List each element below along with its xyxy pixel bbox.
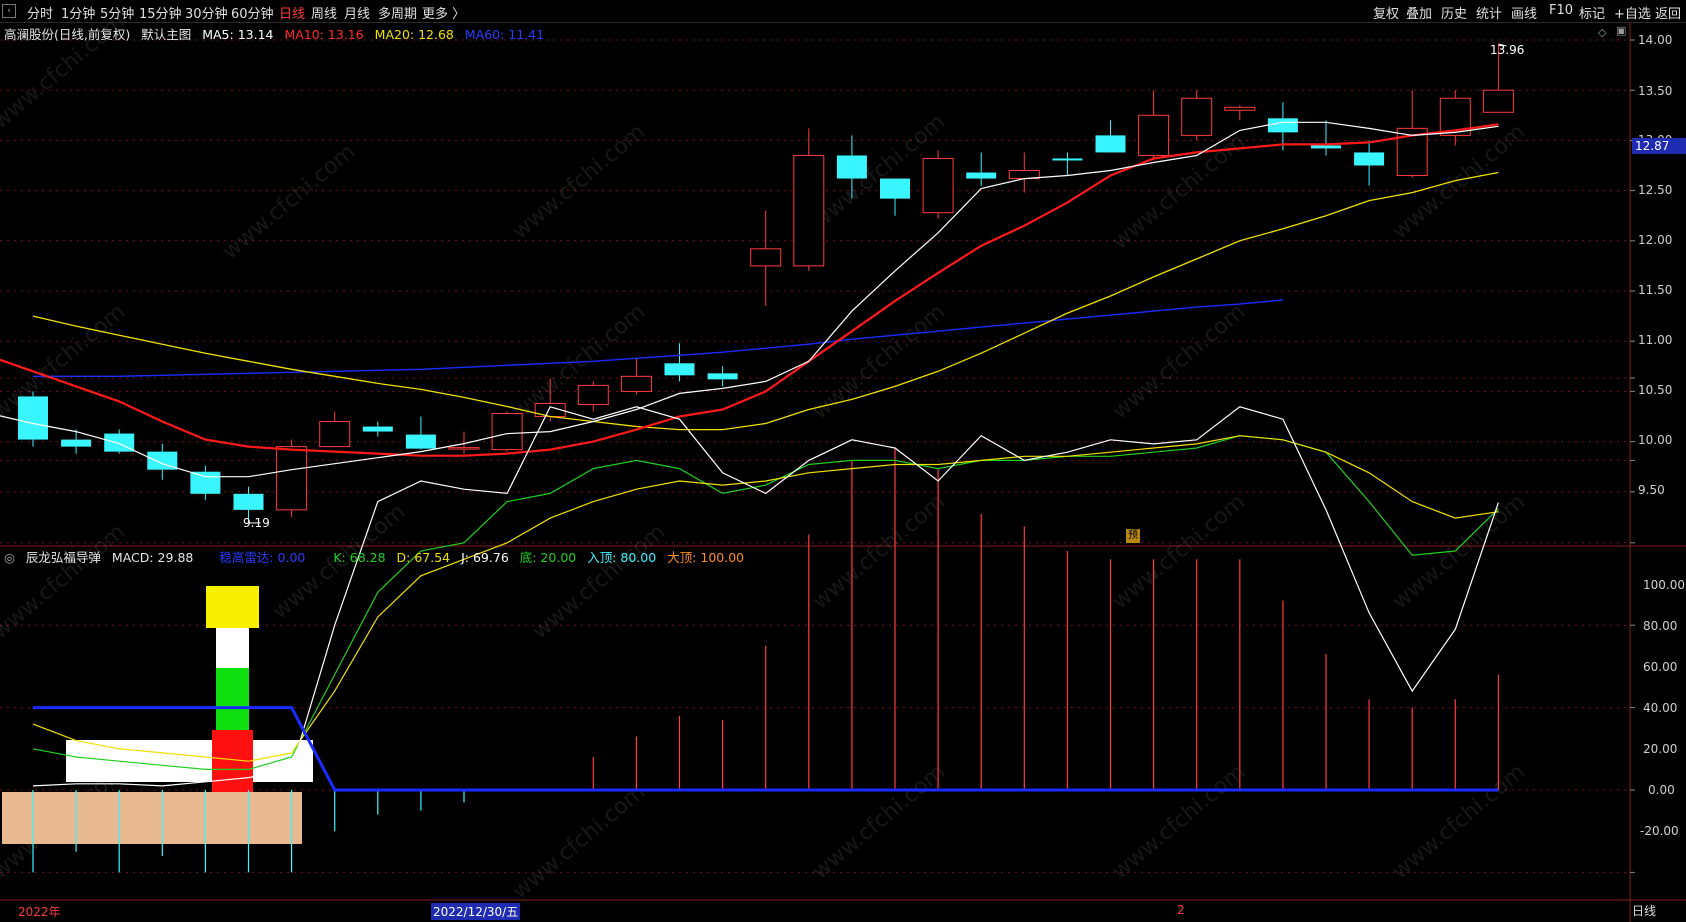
ma5-value: MA5: 13.14 xyxy=(202,27,274,42)
candle-up xyxy=(1138,114,1170,156)
current-price-badge: 12.87 xyxy=(1632,138,1686,154)
ma5-line xyxy=(0,121,1499,478)
indicator-block-base xyxy=(2,792,302,844)
sub-chart-info: ◎ 辰龙弘福导弹 MACD: 29.88 稳高雷达: 0.00 K: 68.28… xyxy=(4,547,751,566)
candle-up xyxy=(750,248,782,267)
candle-down xyxy=(1311,145,1341,149)
price-tick: 11.00 xyxy=(1638,333,1673,347)
high-price-label: 13.96 xyxy=(1490,43,1525,57)
candle-down xyxy=(362,426,393,432)
macd-value: MACD: 29.88 xyxy=(111,550,194,565)
candle-up xyxy=(448,447,480,450)
d-value: D: 67.54 xyxy=(396,550,451,565)
price-tick: 12.50 xyxy=(1638,183,1673,197)
price-tick: 10.50 xyxy=(1638,383,1673,397)
price-tick: 10.00 xyxy=(1638,433,1673,447)
indicator-icon[interactable]: ◎ xyxy=(4,550,15,565)
template-label[interactable]: 默认主图 xyxy=(141,27,191,42)
watermark-text: www.cfchi.com xyxy=(508,779,650,904)
candle-up xyxy=(1482,89,1514,113)
candle-down xyxy=(880,178,910,199)
ma10-value: MA10: 13.16 xyxy=(284,27,364,42)
candle-up xyxy=(276,446,308,511)
candle-up xyxy=(620,375,652,392)
price-tick: 14.00 xyxy=(1638,33,1673,47)
watermark-text: www.cfchi.com xyxy=(218,139,360,264)
big-top-value: 大顶: 100.00 xyxy=(667,550,745,565)
period-tab-daily[interactable]: 日线 xyxy=(1632,902,1656,919)
watermark-text: www.cfchi.com xyxy=(808,489,950,614)
ma10-line xyxy=(0,123,1499,457)
candle-down xyxy=(664,363,695,376)
date-mark: 2 xyxy=(1177,903,1185,917)
candle-down xyxy=(233,493,264,510)
ma60-line xyxy=(33,299,1283,377)
date-start: 2022年 xyxy=(18,905,61,919)
watermark-text: www.cfchi.com xyxy=(1388,759,1530,884)
indicator-block-white xyxy=(216,628,249,668)
diamond-icon[interactable]: ◇ xyxy=(1598,26,1606,39)
watermark-text: www.cfchi.com xyxy=(528,519,670,644)
candle-up xyxy=(793,154,825,267)
indicator-tick: 40.00 xyxy=(1643,701,1678,715)
candle-up xyxy=(1181,97,1213,136)
candle-down xyxy=(1354,152,1385,166)
indicator-tick: 0.00 xyxy=(1648,783,1675,797)
watermark-text: www.cfchi.com xyxy=(0,519,130,644)
watermark-text: www.cfchi.com xyxy=(1108,299,1250,424)
watermark-text: www.cfchi.com xyxy=(1108,129,1250,254)
candle-up xyxy=(1224,106,1256,111)
indicator-tick: 60.00 xyxy=(1643,660,1678,674)
watermark-text: www.cfchi.com xyxy=(1108,489,1250,614)
candle-down xyxy=(1267,118,1298,133)
indicator-tick: 20.00 xyxy=(1643,742,1678,756)
watermark-text: www.cfchi.com xyxy=(1108,759,1250,884)
candle-down xyxy=(18,396,48,440)
forecast-tag[interactable]: 预 xyxy=(1126,529,1140,543)
watermark-text: www.cfchi.com xyxy=(808,299,950,424)
window-icon[interactable]: ▣ xyxy=(1616,24,1626,37)
candle-down xyxy=(1095,135,1126,153)
candle-up xyxy=(922,157,954,214)
candle-down xyxy=(61,439,92,447)
ma20-value: MA20: 12.68 xyxy=(374,27,454,42)
radar-value: 稳高雷达: 0.00 xyxy=(219,550,306,565)
watermark-text: www.cfchi.com xyxy=(808,759,950,884)
indicator-tick: 100.00 xyxy=(1643,578,1685,592)
top-entry-value: 入顶: 80.00 xyxy=(587,550,657,565)
watermark-text: www.cfchi.com xyxy=(508,119,650,244)
candle-up xyxy=(491,412,523,451)
indicator-tick: 80.00 xyxy=(1643,619,1678,633)
candle-down xyxy=(190,471,221,494)
price-tick: 9.50 xyxy=(1638,483,1665,497)
low-price-label: 9.19 xyxy=(243,516,270,530)
candle-down xyxy=(1052,158,1083,161)
candle-down xyxy=(966,172,997,179)
price-tick: 13.50 xyxy=(1638,84,1673,98)
candle-down xyxy=(707,373,738,380)
date-cursor: 2022/12/30/五 xyxy=(431,903,521,920)
indicator-tick: -20.00 xyxy=(1640,824,1679,838)
candle-down xyxy=(405,434,436,449)
candle-up xyxy=(319,421,351,448)
price-tick: 11.50 xyxy=(1638,283,1673,297)
stock-title: 高澜股份(日线,前复权) xyxy=(4,27,131,42)
main-chart-info: 高澜股份(日线,前复权) 默认主图 MA5: 13.14 MA10: 13.16… xyxy=(4,24,551,43)
indicator-title[interactable]: 辰龙弘福导弹 xyxy=(26,550,101,565)
k-value: K: 68.28 xyxy=(333,550,386,565)
kline-chart[interactable]: www.cfchi.com www.cfchi.com www.cfchi.com w… xyxy=(0,0,1686,922)
ma60-value: MA60: 11.41 xyxy=(464,27,545,42)
j-value: J: 69.76 xyxy=(461,550,509,565)
indicator-block-yellow xyxy=(206,586,259,628)
indicator-block-green xyxy=(216,668,249,730)
bottom-value: 底: 20.00 xyxy=(519,550,577,565)
price-tick: 12.00 xyxy=(1638,233,1673,247)
candle-up xyxy=(577,384,609,405)
candle-down xyxy=(836,155,867,179)
